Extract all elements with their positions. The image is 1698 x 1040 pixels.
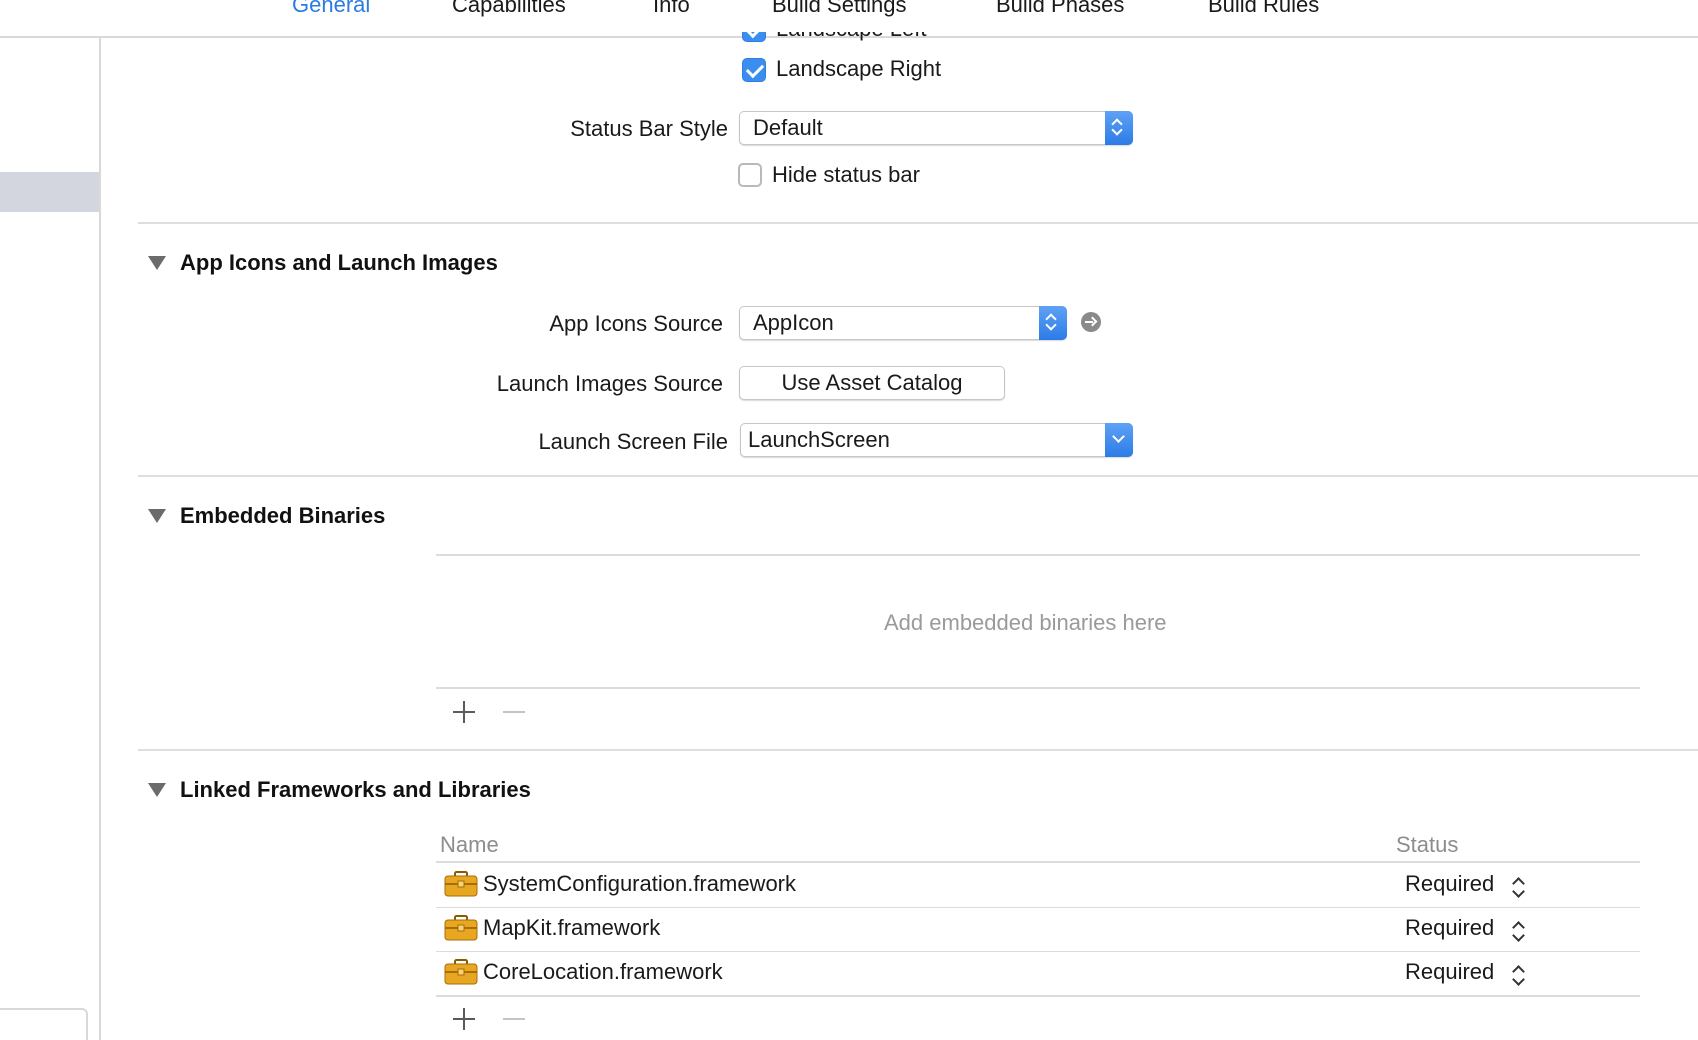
tab-general[interactable]: General [292, 0, 370, 18]
landscape-right-checkbox[interactable] [742, 58, 766, 82]
embedded-list-bottom-border [436, 687, 1640, 689]
status-bar-style-value: Default [753, 115, 823, 140]
minus-icon[interactable] [503, 1008, 525, 1030]
toolbox-icon [444, 871, 478, 897]
tab-build-phases[interactable]: Build Phases [996, 0, 1124, 18]
column-header-status[interactable]: Status [1396, 832, 1458, 858]
app-icons-source-value: AppIcon [753, 310, 834, 335]
sidebar-filter-box[interactable] [0, 1008, 88, 1040]
tab-info[interactable]: Info [653, 0, 690, 18]
chevron-down-icon [1512, 973, 1525, 986]
orientation-landscape-left-row: Landscape Left [740, 32, 1040, 42]
landscape-right-label: Landscape Right [776, 56, 942, 81]
framework-status-popup[interactable]: Required [1405, 915, 1494, 941]
tab-build-settings[interactable]: Build Settings [772, 0, 907, 18]
launch-screen-file-value: LaunchScreen [748, 427, 890, 452]
popup-stepper-icon [1039, 306, 1067, 340]
framework-status-popup[interactable]: Required [1405, 871, 1494, 897]
disclosure-triangle-icon[interactable] [148, 256, 166, 270]
chevron-down-icon [1512, 929, 1525, 942]
hide-status-bar-checkbox[interactable] [738, 163, 762, 187]
chevron-down-icon[interactable] [1105, 423, 1133, 457]
tab-build-rules[interactable]: Build Rules [1208, 0, 1319, 18]
status-bar-style-label: Status Bar Style [570, 116, 728, 141]
toolbox-icon [444, 959, 478, 985]
landscape-left-checkbox[interactable] [742, 32, 766, 42]
app-icons-section-title: App Icons and Launch Images [180, 250, 498, 275]
embedded-list-top-border [436, 554, 1640, 556]
launch-screen-file-combobox[interactable]: LaunchScreen [740, 423, 1133, 457]
table-row[interactable]: MapKit.framework Required [436, 908, 1640, 951]
project-sidebar [0, 38, 101, 1040]
launch-images-source-label: Launch Images Source [496, 371, 723, 396]
app-icons-source-label: App Icons Source [549, 311, 723, 336]
toolbox-icon [444, 915, 478, 941]
table-bottom-border [436, 995, 1640, 997]
table-row[interactable]: SystemConfiguration.framework Required [436, 863, 1640, 907]
arrow-circle-icon[interactable] [1081, 312, 1101, 332]
disclosure-triangle-icon[interactable] [148, 783, 166, 797]
embedded-binaries-section-title: Embedded Binaries [180, 503, 386, 528]
hide-status-bar-label: Hide status bar [772, 162, 920, 187]
minus-icon[interactable] [503, 701, 525, 723]
popup-stepper-icon [1105, 111, 1133, 145]
table-row[interactable]: CoreLocation.framework Required [436, 952, 1640, 995]
column-header-name[interactable]: Name [440, 832, 499, 858]
plus-icon[interactable] [453, 701, 475, 723]
tab-capabilities[interactable]: Capabilities [452, 0, 566, 18]
framework-status-popup[interactable]: Required [1405, 959, 1494, 985]
section-divider [138, 475, 1698, 477]
plus-icon[interactable] [453, 1008, 475, 1030]
launch-screen-file-label: Launch Screen File [538, 429, 728, 454]
sidebar-selected-target[interactable] [0, 172, 99, 212]
framework-name: MapKit.framework [483, 915, 661, 940]
app-icons-source-popup[interactable]: AppIcon [739, 306, 1067, 340]
section-divider [138, 222, 1698, 224]
disclosure-triangle-icon[interactable] [148, 509, 166, 523]
framework-name: CoreLocation.framework [483, 959, 723, 984]
linked-frameworks-section-title: Linked Frameworks and Libraries [180, 777, 531, 802]
landscape-left-label: Landscape Left [776, 32, 926, 42]
chevron-down-icon [1512, 885, 1525, 898]
embedded-binaries-placeholder: Add embedded binaries here [884, 610, 1167, 635]
framework-name: SystemConfiguration.framework [483, 871, 797, 896]
status-bar-style-popup[interactable]: Default [739, 111, 1133, 145]
section-divider [138, 749, 1698, 751]
use-asset-catalog-button[interactable]: Use Asset Catalog [739, 366, 1005, 400]
